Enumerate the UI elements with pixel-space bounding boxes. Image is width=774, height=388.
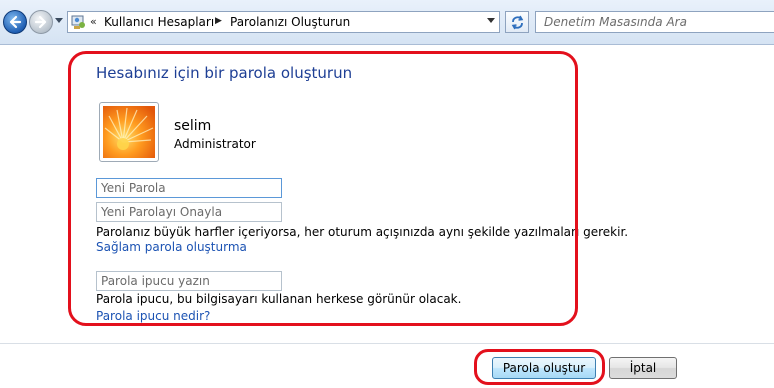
recent-pages-dropdown-icon[interactable] <box>55 18 63 24</box>
forward-arrow-icon <box>34 15 47 29</box>
search-input[interactable] <box>544 14 764 30</box>
navigation-bar: « Kullanıcı Hesapları ▶ Parolanızı Oluşt… <box>0 0 774 45</box>
breadcrumb-user-accounts[interactable]: Kullanıcı Hesapları <box>104 15 214 29</box>
confirm-password-field[interactable] <box>96 202 282 222</box>
avatar <box>99 102 159 162</box>
refresh-button[interactable] <box>505 11 529 33</box>
cancel-button[interactable]: İptal <box>609 357 677 379</box>
forward-button[interactable] <box>29 10 53 34</box>
page-title: Hesabınız için bir parola oluşturun <box>96 64 353 82</box>
back-button[interactable] <box>3 10 27 34</box>
refresh-icon <box>511 15 524 30</box>
case-sensitivity-note: Parolanız büyük harfler içeriyorsa, her … <box>96 225 629 239</box>
control-panel-icon <box>71 15 85 29</box>
breadcrumb-create-password[interactable]: Parolanızı Oluşturun <box>230 15 350 29</box>
footer-divider <box>0 343 774 344</box>
hint-visibility-note: Parola ipucu, bu bilgisayarı kullanan he… <box>96 292 462 306</box>
back-arrow-icon <box>9 15 22 29</box>
strong-password-link[interactable]: Sağlam parola oluşturma <box>96 240 247 254</box>
password-hint-help-link[interactable]: Parola ipucu nedir? <box>96 309 210 323</box>
breadcrumb-separator-icon[interactable]: ▶ <box>215 16 222 26</box>
user-name: selim <box>174 118 212 134</box>
create-password-button[interactable]: Parola oluştur <box>492 357 596 379</box>
new-password-field[interactable] <box>96 178 282 198</box>
breadcrumb-overflow-icon[interactable]: « <box>90 15 97 28</box>
address-dropdown-icon[interactable] <box>487 18 495 24</box>
search-box <box>535 11 774 33</box>
password-hint-field[interactable] <box>96 271 282 291</box>
address-bar[interactable]: « Kullanıcı Hesapları ▶ Parolanızı Oluşt… <box>67 11 500 33</box>
user-flower-picture <box>103 106 155 158</box>
user-role: Administrator <box>174 137 256 151</box>
